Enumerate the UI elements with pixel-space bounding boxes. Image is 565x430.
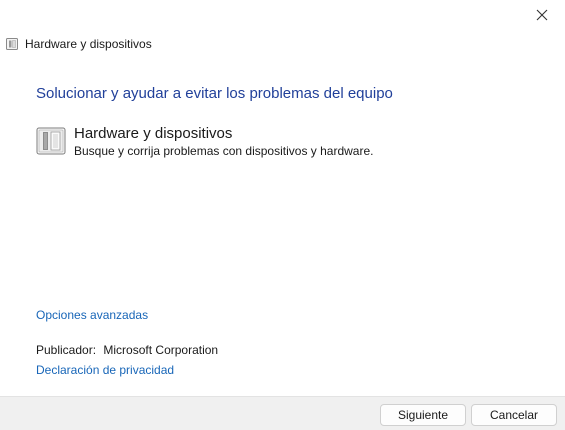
hardware-devices-icon: [36, 127, 66, 155]
footer-bar: Siguiente Cancelar: [0, 396, 565, 430]
close-button[interactable]: [519, 0, 565, 30]
page-heading: Solucionar y ayudar a evitar los problem…: [36, 85, 393, 102]
cancel-button[interactable]: Cancelar: [471, 404, 557, 426]
publisher-label: Publicador:: [36, 343, 97, 357]
next-button[interactable]: Siguiente: [380, 404, 466, 426]
troubleshooter-window: Hardware y dispositivos Solucionar y ayu…: [0, 0, 565, 430]
publisher-row: Publicador: Microsoft Corporation: [36, 343, 218, 357]
privacy-statement-link[interactable]: Declaración de privacidad: [36, 363, 174, 377]
window-title-bar: Hardware y dispositivos: [5, 36, 152, 52]
publisher-value: Microsoft Corporation: [103, 343, 219, 357]
advanced-options-link[interactable]: Opciones avanzadas: [36, 308, 148, 322]
window-title: Hardware y dispositivos: [25, 37, 152, 51]
close-icon: [536, 9, 548, 21]
item-title: Hardware y dispositivos: [74, 125, 233, 142]
troubleshooter-item[interactable]: Hardware y dispositivos Busque y corrija…: [36, 125, 373, 158]
item-description: Busque y corrija problemas con dispositi…: [74, 144, 374, 158]
hardware-devices-icon: [6, 38, 18, 50]
